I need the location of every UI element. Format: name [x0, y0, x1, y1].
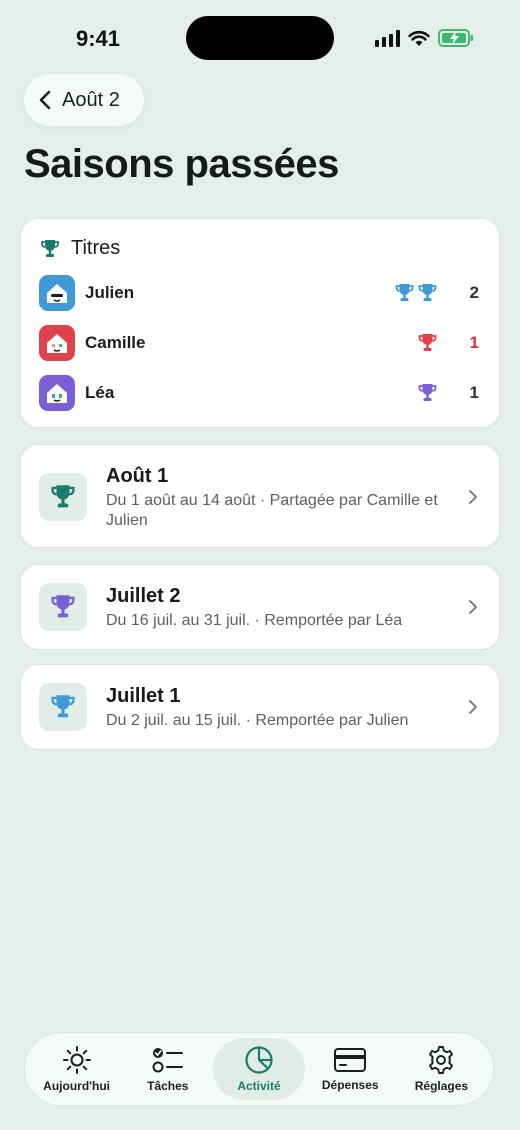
chevron-right-icon [469, 700, 477, 714]
tab-reglages[interactable]: Réglages [396, 1038, 487, 1100]
season-title: Août 1 [106, 465, 169, 487]
house-avatar-icon [47, 334, 67, 353]
back-button[interactable]: Août 2 [24, 74, 144, 126]
trophy-icon [51, 485, 75, 508]
trophy-icon [41, 239, 59, 257]
chevron-right-icon [469, 490, 477, 504]
trophy-icon [51, 595, 75, 618]
gear-icon [429, 1046, 454, 1074]
season-subtitle: Du 1 août au 14 août · Partagée par Cami… [106, 492, 438, 529]
tab-label: Tâches [147, 1079, 189, 1093]
titles-row-camille: Camille 1 [39, 325, 479, 361]
trophy-list [418, 383, 437, 403]
cellular-signal-icon [375, 29, 400, 47]
season-subtitle: Du 16 juil. au 31 juil. · Remportée par … [106, 612, 403, 629]
tab-taches[interactable]: Tâches [122, 1038, 213, 1100]
pie-chart-icon [245, 1046, 273, 1074]
status-icons [375, 28, 474, 48]
season-subtitle: Du 2 juil. au 15 juil. · Remportée par J… [106, 712, 409, 729]
checklist-icon [152, 1048, 183, 1073]
title-count: 2 [469, 283, 479, 302]
avatar [39, 325, 75, 361]
titles-card: Titres Julien 2 Camille 1 Léa 1 [20, 218, 500, 428]
tab-label: Activité [237, 1079, 281, 1093]
title-count: 1 [469, 383, 479, 402]
tab-bar: Aujourd'hui Tâches Activité Dépenses Rég… [24, 1032, 494, 1106]
season-card-juillet-1[interactable]: Juillet 1 Du 2 juil. au 15 juil. · Rempo… [20, 664, 500, 750]
titles-row-lea: Léa 1 [39, 375, 479, 411]
sun-icon [62, 1046, 91, 1074]
trophy-icon [51, 695, 75, 718]
title-count: 1 [469, 333, 479, 352]
trophy-icon [418, 334, 437, 351]
credit-card-icon [334, 1048, 367, 1072]
season-trophy-badge [39, 683, 87, 731]
season-trophy-badge [39, 583, 87, 631]
season-trophy-badge [39, 473, 87, 521]
back-button-label: Août 2 [62, 88, 120, 111]
avatar [39, 375, 75, 411]
avatar [39, 275, 75, 311]
tab-depenses[interactable]: Dépenses [305, 1038, 396, 1100]
wifi-icon [408, 30, 430, 46]
trophy-icon [418, 384, 437, 401]
house-avatar-icon [47, 384, 67, 403]
tab-label: Réglages [414, 1079, 469, 1093]
titles-heading: Titres [71, 237, 121, 259]
season-card-juillet-2[interactable]: Juillet 2 Du 16 juil. au 31 juil. · Remp… [20, 564, 500, 650]
member-name: Léa [85, 383, 115, 402]
tab-label: Aujourd'hui [43, 1079, 111, 1093]
trophy-icon [395, 284, 414, 301]
season-title: Juillet 2 [106, 585, 181, 607]
dynamic-island [186, 16, 334, 60]
tab-aujourdhui[interactable]: Aujourd'hui [31, 1038, 122, 1100]
season-title: Juillet 1 [106, 685, 181, 707]
page-title: Saisons passées [24, 142, 339, 186]
member-name: Julien [85, 283, 135, 302]
titles-row-julien: Julien 2 [39, 275, 479, 311]
chevron-right-icon [469, 600, 477, 614]
season-card-aout-1[interactable]: Août 1 Du 1 août au 14 août · Partagée p… [20, 444, 500, 548]
status-bar: 9:41 [0, 0, 520, 76]
titles-header: Titres [41, 237, 120, 260]
battery-charging-icon [438, 29, 473, 47]
chevron-left-icon [39, 90, 51, 110]
house-avatar-icon [47, 284, 67, 303]
tab-label: Dépenses [321, 1078, 379, 1092]
trophy-list [418, 333, 437, 353]
trophy-list [395, 283, 437, 303]
status-time: 9:41 [76, 26, 121, 51]
trophy-icon [418, 284, 437, 301]
tab-activite[interactable]: Activité [213, 1038, 305, 1100]
member-name: Camille [85, 333, 146, 352]
